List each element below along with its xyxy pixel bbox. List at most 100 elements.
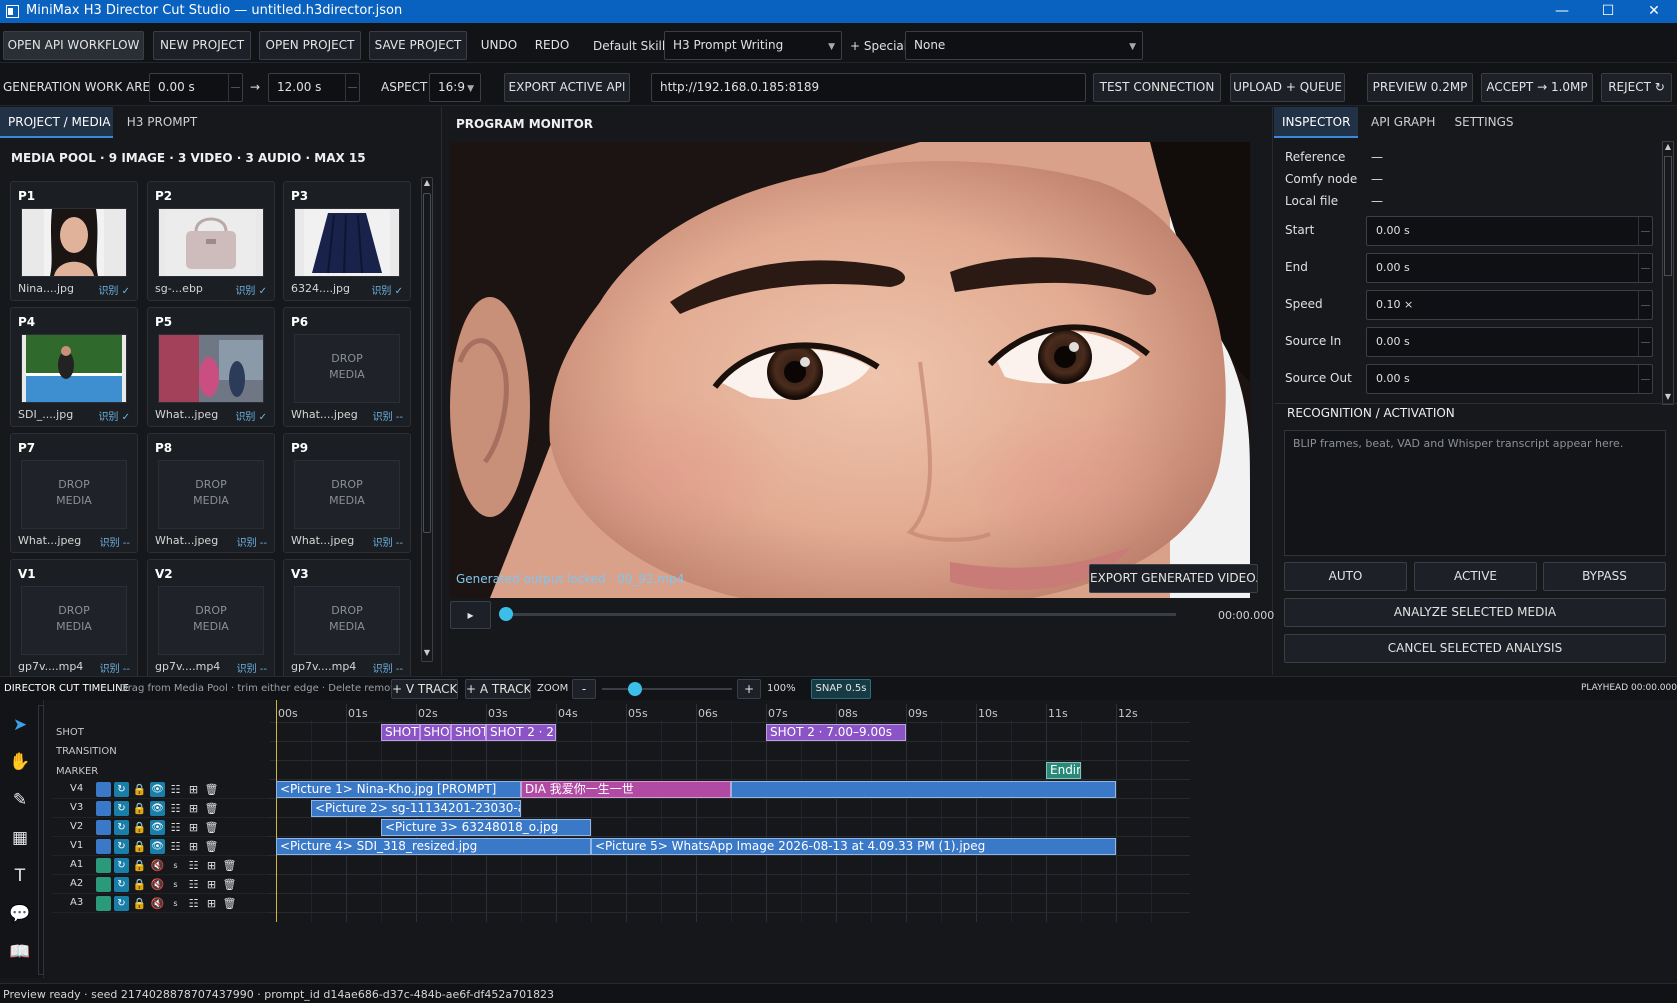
trash-icon[interactable]: 🗑	[204, 820, 219, 835]
solo-icon[interactable]: s	[168, 896, 183, 911]
monitor-scrub-track[interactable]	[506, 613, 1176, 616]
sync-icon[interactable]: ↻	[114, 801, 129, 816]
media-card-p7[interactable]: P7 DROP MEDIA What...jpeg 识别 --	[10, 433, 138, 553]
split-icon[interactable]: ⊞	[204, 858, 219, 873]
cancel-selected-analysis-button[interactable]: CANCEL SELECTED ANALYSIS	[1284, 634, 1666, 663]
accept-button[interactable]: ACCEPT → 1.0MP	[1481, 73, 1593, 102]
shot-clip[interactable]: SHOT	[419, 724, 451, 741]
shot-clip[interactable]: SHOT	[381, 724, 420, 741]
reject-button[interactable]: REJECT ↻	[1601, 73, 1672, 102]
track-color-swatch[interactable]	[96, 877, 111, 892]
grid-tool-icon[interactable]: ▦	[8, 826, 32, 850]
lock-icon[interactable]: 🔒	[132, 801, 147, 816]
book-tool-icon[interactable]: 📖	[8, 940, 32, 964]
inspector-scrollbar[interactable]: ▲ ▼	[1662, 141, 1674, 405]
timeline-clip-v1[interactable]: <Picture 4> SDI_318_resized.jpg	[276, 838, 591, 855]
pen-tool-icon[interactable]: ✎	[8, 788, 32, 812]
sliders-icon[interactable]: ☷	[168, 839, 183, 854]
undo-button[interactable]: UNDO	[476, 31, 522, 60]
solo-icon[interactable]: s	[168, 877, 183, 892]
media-card-p8[interactable]: P8 DROP MEDIA What...jpeg 识别 --	[147, 433, 275, 553]
track-color-swatch[interactable]	[96, 896, 111, 911]
lock-icon[interactable]: 🔒	[132, 820, 147, 835]
media-thumbnail[interactable]	[21, 208, 127, 277]
mute-icon[interactable]: 🔇	[150, 877, 165, 892]
sliders-icon[interactable]: ☷	[168, 782, 183, 797]
scroll-down-icon[interactable]: ▼	[1663, 392, 1673, 401]
lock-icon[interactable]: 🔒	[132, 896, 147, 911]
media-card-p4[interactable]: P4 SDI_....jpg 识别 ✓	[10, 307, 138, 427]
tab-settings[interactable]: SETTINGS	[1446, 107, 1522, 138]
active-button[interactable]: ACTIVE	[1414, 562, 1537, 591]
preview-button[interactable]: PREVIEW 0.2MP	[1367, 73, 1473, 102]
work-area-end-spinbox[interactable]: 12.00 s	[268, 73, 360, 102]
shot-clip[interactable]: SHOT 2 · 2.50–3.00s	[486, 724, 556, 741]
spin-arrows[interactable]	[1638, 365, 1652, 393]
work-area-start-spinbox[interactable]: 0.00 s	[149, 73, 243, 102]
monitor-scrub-handle[interactable]	[499, 607, 513, 621]
media-pool-scrollbar[interactable]: ▲ ▼	[421, 177, 433, 662]
lock-icon[interactable]: 🔒	[132, 839, 147, 854]
media-thumbnail[interactable]	[158, 208, 264, 277]
save-project-button[interactable]: SAVE PROJECT	[369, 31, 467, 60]
drop-zone[interactable]: DROP MEDIA	[21, 586, 127, 655]
add-a-track-button[interactable]: + A TRACK	[465, 679, 531, 699]
aspect-select[interactable]: 16:9 ▼	[429, 73, 481, 102]
bypass-button[interactable]: BYPASS	[1543, 562, 1666, 591]
analyze-selected-media-button[interactable]: ANALYZE SELECTED MEDIA	[1284, 598, 1666, 627]
text-tool-icon[interactable]: T	[8, 864, 32, 888]
split-icon[interactable]: ⊞	[186, 820, 201, 835]
auto-button[interactable]: AUTO	[1284, 562, 1407, 591]
tab-api-graph[interactable]: API GRAPH	[1363, 107, 1443, 138]
media-card-v2[interactable]: V2 DROP MEDIA gp7v....mp4 识别 --	[147, 559, 275, 679]
track-color-swatch[interactable]	[96, 839, 111, 854]
lock-icon[interactable]: 🔒	[132, 877, 147, 892]
split-icon[interactable]: ⊞	[186, 801, 201, 816]
shot-clip[interactable]: SHOT 2 · 7.00–9.00s	[766, 724, 906, 741]
spin-arrows[interactable]	[1638, 217, 1652, 245]
drop-zone[interactable]: DROP MEDIA	[158, 586, 264, 655]
sliders-icon[interactable]: ☷	[186, 858, 201, 873]
timeline-clip-v1[interactable]: <Picture 5> WhatsApp Image 2026-08-13 at…	[591, 838, 1116, 855]
add-v-track-button[interactable]: + V TRACK	[391, 679, 458, 699]
spin-arrows[interactable]	[228, 74, 242, 101]
comment-tool-icon[interactable]: 💬	[8, 902, 32, 926]
close-button[interactable]: ✕	[1631, 0, 1677, 23]
media-card-v3[interactable]: V3 DROP MEDIA gp7v....mp4 识别 --	[283, 559, 411, 679]
drop-zone[interactable]: DROP MEDIA	[21, 460, 127, 529]
drop-zone[interactable]: DROP MEDIA	[158, 460, 264, 529]
tab-h3-prompt[interactable]: H3 PROMPT	[117, 107, 207, 138]
zoom-out-button[interactable]: -	[572, 679, 596, 699]
track-scrollbar[interactable]	[38, 705, 44, 975]
timeline-canvas[interactable]: 00s 01s 02s 03s 04s 05s 06s 07s 08s 09s 10s 11s 12s S…	[270, 700, 1196, 922]
drop-zone[interactable]: DROP MEDIA	[294, 334, 400, 403]
trash-icon[interactable]: 🗑	[222, 896, 237, 911]
media-card-p5[interactable]: P5 What...jpeg 识别 ✓	[147, 307, 275, 427]
end-spinbox[interactable]: 0.00 s	[1366, 253, 1653, 283]
scroll-thumb[interactable]	[1664, 156, 1672, 276]
scroll-down-icon[interactable]: ▼	[422, 648, 432, 660]
eye-icon[interactable]: 👁	[150, 839, 165, 854]
open-project-button[interactable]: OPEN PROJECT	[259, 31, 361, 60]
drop-zone[interactable]: DROP MEDIA	[294, 460, 400, 529]
lock-icon[interactable]: 🔒	[132, 782, 147, 797]
trash-icon[interactable]: 🗑	[222, 877, 237, 892]
scroll-up-icon[interactable]: ▲	[1663, 142, 1673, 151]
sliders-icon[interactable]: ☷	[168, 801, 183, 816]
eye-icon[interactable]: 👁	[150, 782, 165, 797]
split-icon[interactable]: ⊞	[186, 839, 201, 854]
zoom-in-button[interactable]: +	[737, 679, 761, 699]
lock-icon[interactable]: 🔒	[132, 858, 147, 873]
special-select[interactable]: None ▼	[905, 31, 1143, 60]
eye-icon[interactable]: 👁	[150, 820, 165, 835]
snap-toggle[interactable]: SNAP 0.5s	[811, 679, 871, 699]
start-spinbox[interactable]: 0.00 s	[1366, 216, 1653, 246]
trash-icon[interactable]: 🗑	[204, 801, 219, 816]
playhead-line[interactable]	[276, 700, 277, 922]
tab-inspector[interactable]: INSPECTOR	[1274, 107, 1358, 138]
media-thumbnail[interactable]	[21, 334, 127, 403]
sync-icon[interactable]: ↻	[114, 858, 129, 873]
media-card-p9[interactable]: P9 DROP MEDIA What...jpeg 识别 --	[283, 433, 411, 553]
media-card-p3[interactable]: P3 6324....jpg 识别 ✓	[283, 181, 411, 301]
track-color-swatch[interactable]	[96, 801, 111, 816]
